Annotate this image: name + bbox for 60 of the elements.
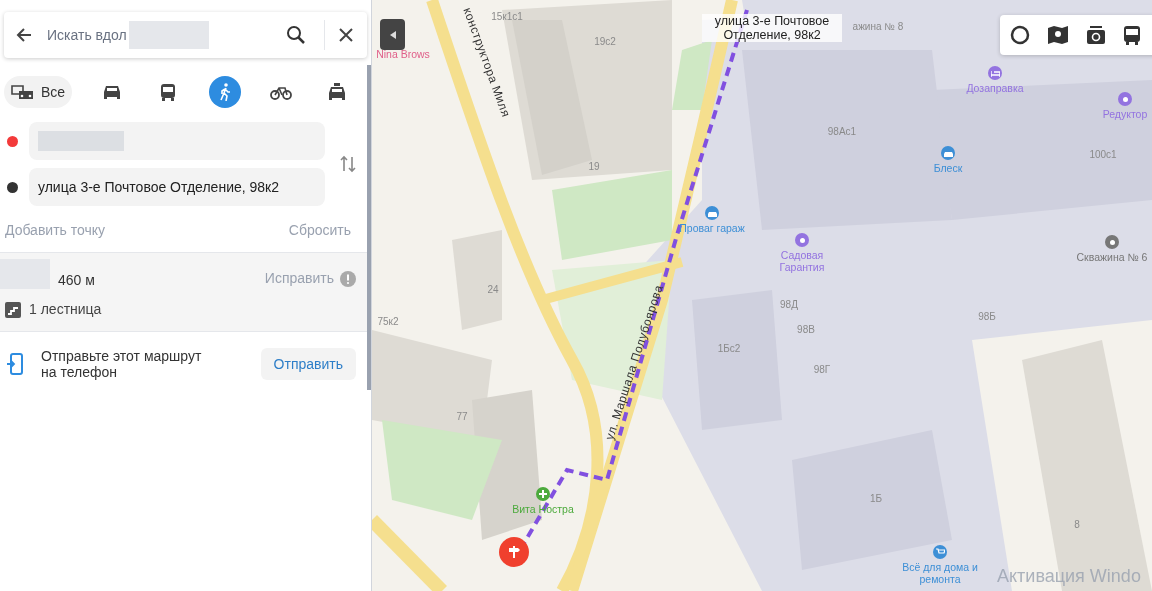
house-number: 77 — [456, 411, 468, 422]
place-label: Блеск — [932, 162, 964, 174]
collapse-panel-button[interactable] — [380, 19, 405, 50]
triangle-left-icon — [389, 30, 396, 39]
close-icon[interactable] — [339, 28, 353, 42]
house-number: 19 — [588, 161, 600, 172]
house-number: 1Б — [869, 493, 883, 504]
fix-link[interactable]: Исправить — [264, 268, 334, 289]
send-button[interactable]: Отправить — [260, 348, 356, 380]
place-label: Скважина № 6 — [1075, 251, 1149, 263]
house-number: 24 — [487, 284, 499, 295]
pedestrian-icon — [217, 83, 232, 101]
place-label: Nina Brows — [375, 48, 431, 60]
bicycle-icon — [269, 84, 292, 100]
walking-mode-tab[interactable] — [208, 76, 241, 108]
phone-icon — [6, 353, 24, 375]
house-number: 98Б — [978, 311, 996, 322]
bus-icon — [160, 83, 177, 101]
place-label: Вита Ностра — [511, 503, 575, 515]
add-point-link[interactable]: Добавить точку — [5, 220, 106, 241]
signpost-icon — [507, 545, 521, 559]
taxi-icon — [327, 83, 347, 101]
place-label: Проваг гараж — [678, 222, 746, 234]
house-number: 75к2 — [377, 316, 399, 327]
house-number: 1Бс2 — [717, 343, 741, 354]
search-icon[interactable] — [286, 25, 306, 45]
back-arrow-icon[interactable] — [15, 26, 33, 44]
map-pin-icon[interactable] — [1047, 25, 1069, 45]
place-label: Дозаправка — [965, 82, 1025, 94]
stairs-count: 1 лестница — [29, 300, 102, 319]
exclamation-icon — [340, 270, 356, 287]
plus-icon[interactable] — [536, 487, 550, 501]
end-point-field[interactable]: улица 3-е Почтовое Отделение, 98к2 — [29, 168, 325, 206]
address-label: улица 3-е Почтовое Отделение, 98к2 — [702, 14, 842, 42]
search-bar[interactable]: Искать вдол — [4, 12, 367, 58]
swap-arrows-icon[interactable] — [340, 155, 356, 173]
route-distance: 460 м — [58, 271, 95, 290]
stairs-icon — [5, 301, 21, 318]
house-number: 8 — [1074, 519, 1080, 530]
house-number: 98В — [797, 324, 815, 335]
camera-icon[interactable] — [1086, 25, 1106, 45]
house-number: 100с1 — [1089, 149, 1117, 160]
all-modes-tab[interactable]: Все — [4, 76, 73, 108]
place-label: Редуктор — [1101, 108, 1149, 120]
send-route-text: Отправьте этот маршрут на телефон — [41, 348, 203, 380]
house-number: 98Ас1 — [827, 126, 857, 137]
os-activation-notice: Активация Windo — [997, 565, 1141, 588]
search-field[interactable]: Искать вдол — [47, 24, 129, 46]
house-number: 98Д — [780, 299, 798, 310]
house-number: 19с2 — [594, 36, 616, 47]
place-label: Садовая Гарантия — [778, 249, 826, 273]
house-number: 98Г — [813, 364, 831, 375]
circle-icon[interactable] — [1010, 25, 1030, 45]
start-point-field[interactable] — [29, 122, 325, 160]
place-label: Всё для дома и ремонта — [902, 561, 978, 585]
reset-link[interactable]: Сбросить — [288, 220, 351, 241]
cars-icon — [11, 83, 35, 101]
house-number: ажина № 8 — [852, 21, 904, 32]
bus-icon[interactable] — [1123, 25, 1141, 45]
car-icon — [102, 84, 123, 100]
